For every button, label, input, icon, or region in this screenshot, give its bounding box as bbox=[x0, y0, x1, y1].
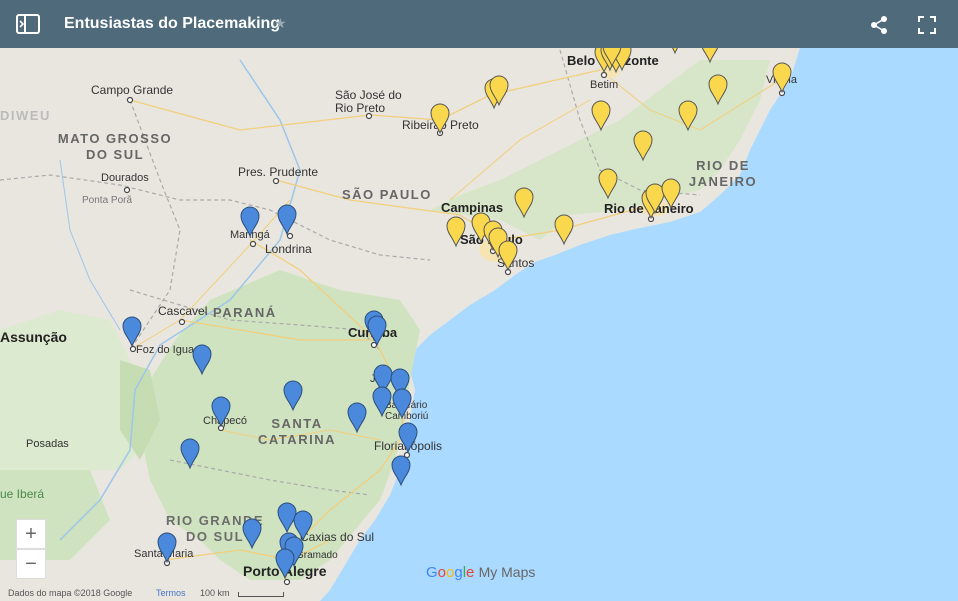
side-panel-toggle-icon[interactable] bbox=[14, 12, 42, 36]
label-rio-de-janeiro-state: RIO DE JANEIRO bbox=[688, 158, 758, 189]
label-santa-catarina: SANTA CATARINA bbox=[258, 416, 336, 447]
star-icon[interactable]: ★ bbox=[274, 15, 287, 32]
label-mato-grosso-do-sul: MATO GROSSO DO SUL bbox=[57, 131, 173, 162]
map-header: Entusiastas do Placemaking ★ bbox=[0, 0, 958, 48]
label-sao-paulo: São Paulo bbox=[460, 232, 523, 247]
label-gramado: Gramado bbox=[296, 550, 338, 561]
label-diweu: DIWEU bbox=[0, 108, 51, 123]
label-santos: Santos bbox=[497, 256, 535, 270]
google-my-maps-logo: Google My Maps bbox=[426, 564, 536, 581]
label-santa-maria: Santa Maria bbox=[134, 548, 194, 560]
label-vitoria: Vitória bbox=[766, 74, 797, 86]
label-sao-paulo-state: SÃO PAULO bbox=[342, 187, 432, 202]
label-rio-de-janeiro: Rio de Janeiro bbox=[604, 201, 694, 216]
label-florianopolis: Florianópolis bbox=[374, 439, 443, 453]
scale-bar bbox=[238, 592, 284, 597]
label-curitiba: Curitiba bbox=[348, 325, 398, 340]
label-pres-prudente: Pres. Prudente bbox=[238, 165, 319, 179]
label-campo-grande: Campo Grande bbox=[91, 83, 174, 97]
label-londrina: Londrina bbox=[265, 242, 312, 256]
label-rio-grande-do-sul: RIO GRANDE DO SUL bbox=[165, 513, 265, 544]
label-parana: PARANÁ bbox=[213, 305, 277, 320]
label-sao-jose-rio-preto: São José do Rio Preto bbox=[335, 88, 402, 115]
label-assuncao: Assunção bbox=[0, 329, 67, 345]
label-campinas: Campinas bbox=[441, 200, 504, 215]
scale-label: 100 km bbox=[200, 588, 230, 598]
fullscreen-icon[interactable] bbox=[916, 14, 938, 36]
label-dourados: Dourados bbox=[101, 172, 149, 184]
zoom-in-button[interactable]: + bbox=[16, 519, 46, 549]
terms-link[interactable]: Termos bbox=[156, 588, 186, 598]
share-icon[interactable] bbox=[868, 14, 890, 36]
label-caxias-do-sul: Caxias do Sul bbox=[300, 530, 375, 544]
label-foz-do-iguacu: Foz do Iguaçu bbox=[136, 344, 206, 356]
label-posadas: Posadas bbox=[26, 438, 69, 450]
label-porto-alegre: Porto Alegre bbox=[243, 563, 327, 579]
label-maringa: Maringá bbox=[230, 229, 270, 241]
map-title: Entusiastas do Placemaking bbox=[64, 15, 281, 32]
label-ponta-pora: Ponta Porã bbox=[82, 195, 133, 206]
map-data-attribution: Dados do mapa ©2018 Google bbox=[8, 588, 133, 598]
label-betim: Betim bbox=[590, 79, 619, 91]
label-ibera: ue Iberá bbox=[0, 487, 45, 501]
label-joinville: Joinville bbox=[370, 373, 410, 385]
label-ribeirao-preto: Ribeirão Preto bbox=[402, 118, 479, 132]
label-balneario-camboriu: Balneário Camboriú bbox=[385, 400, 429, 422]
label-belo-horizonte: Belo Horizonte bbox=[567, 53, 659, 68]
label-chapeco: Chapecó bbox=[203, 415, 248, 427]
zoom-out-button[interactable]: − bbox=[16, 549, 46, 579]
label-cascavel: Cascavel bbox=[158, 304, 208, 318]
